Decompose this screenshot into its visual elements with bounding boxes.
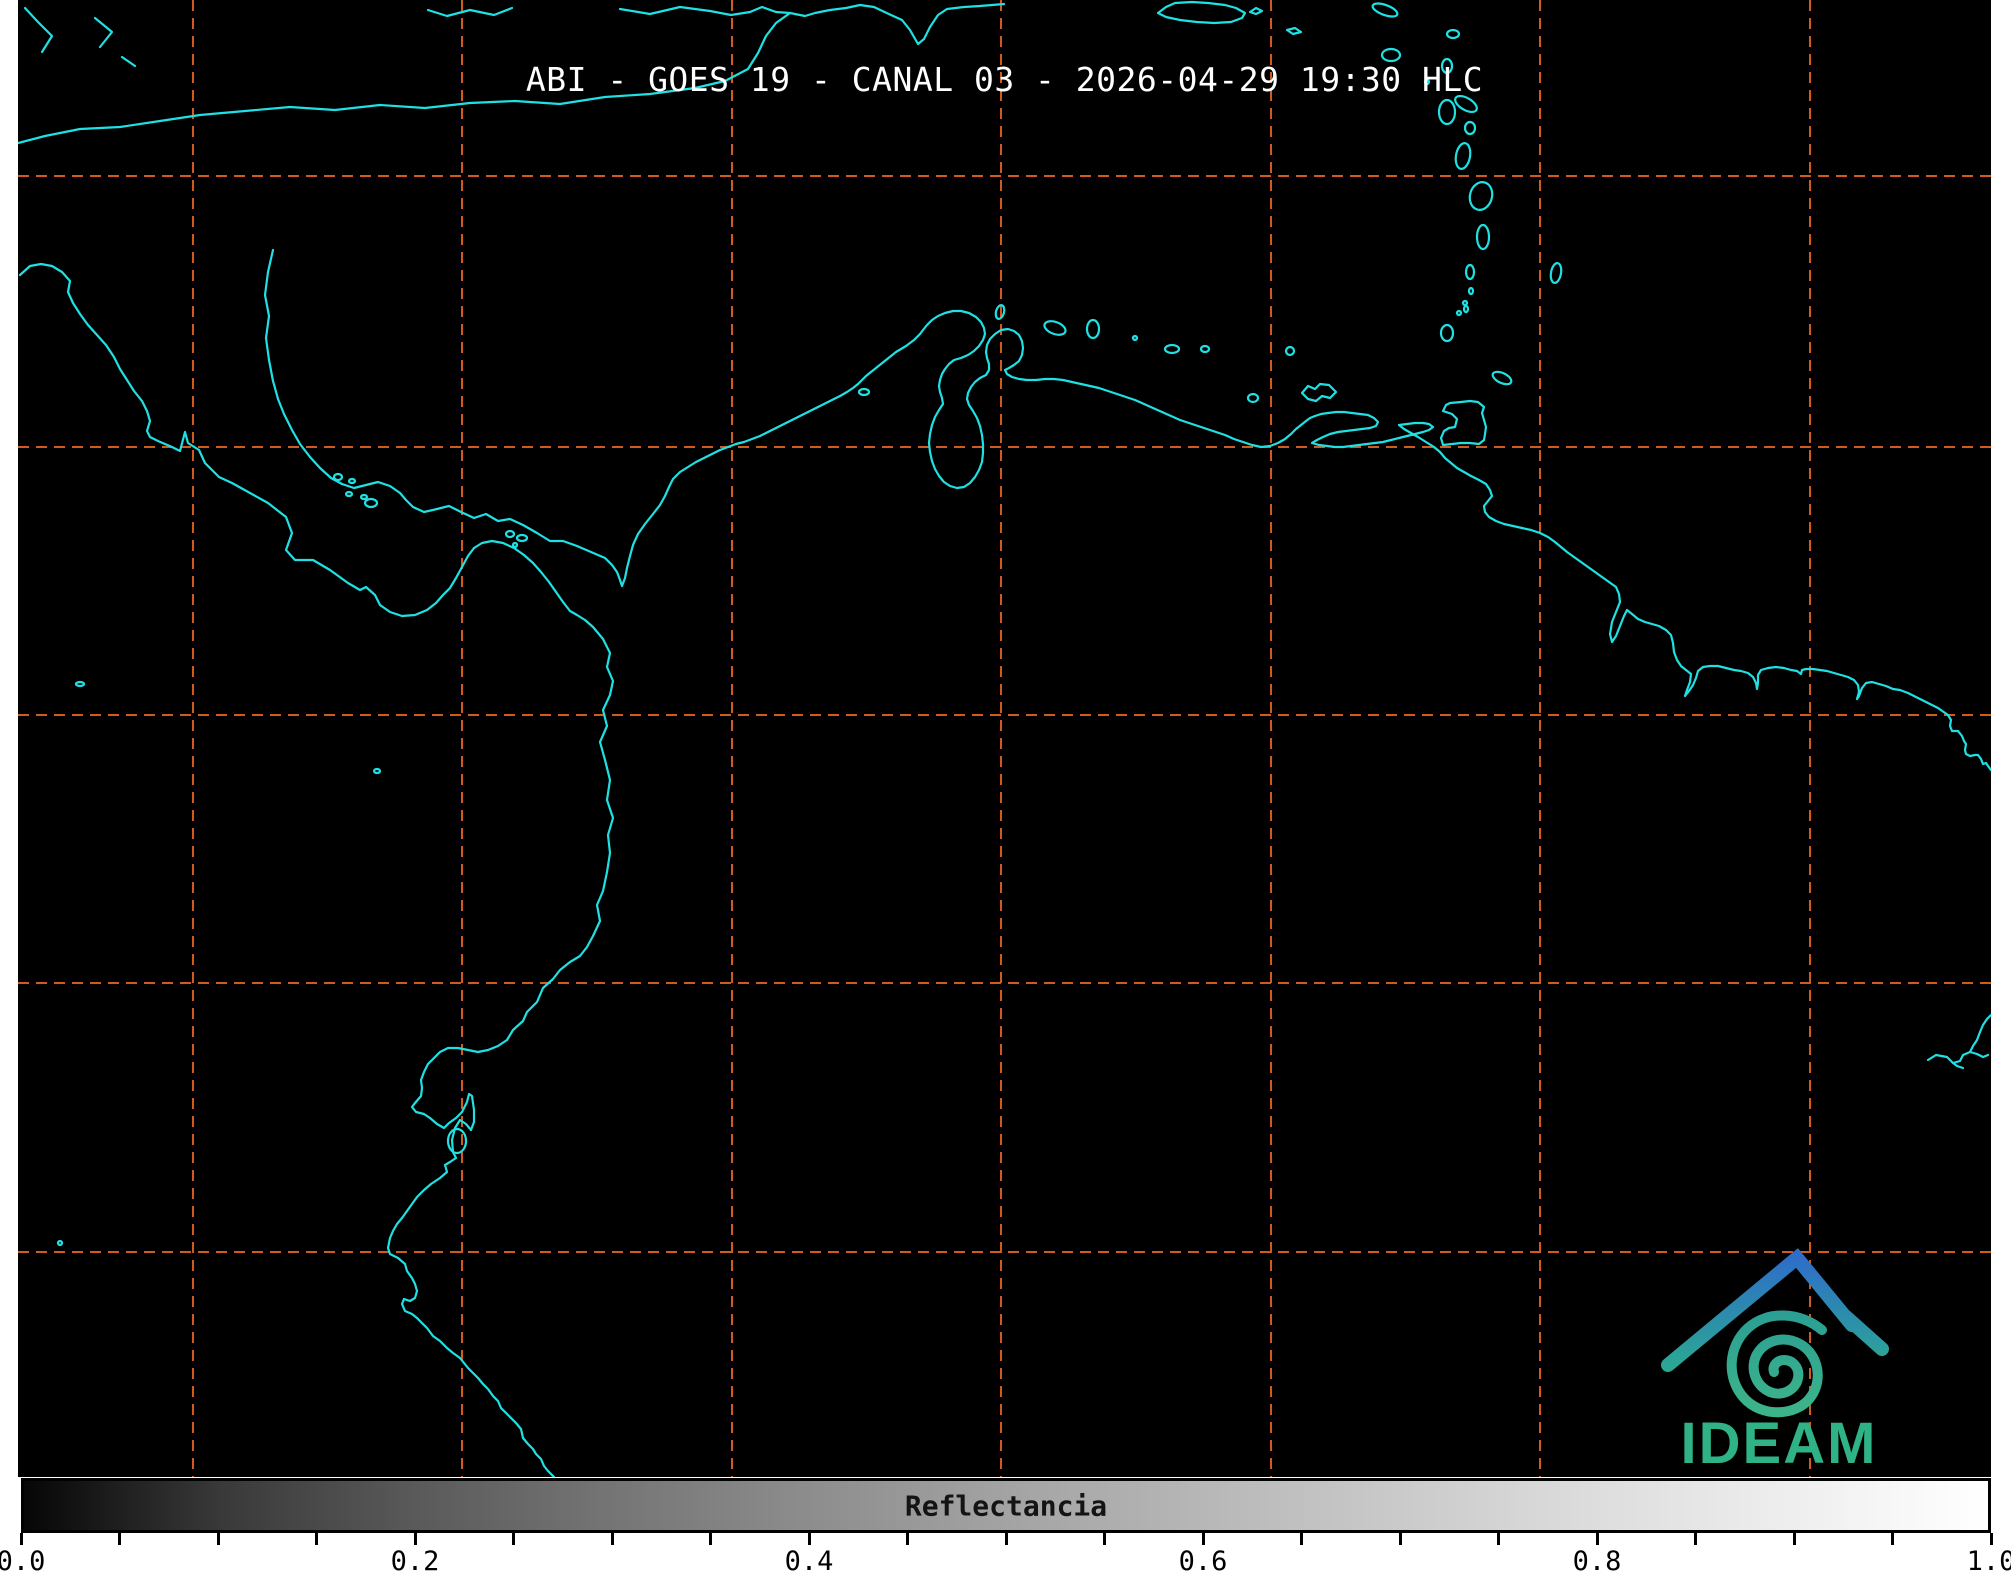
- colorbar-tick: [414, 1533, 417, 1545]
- logo-swirl-icon: [1732, 1315, 1822, 1412]
- colorbar: Reflectancia: [21, 1478, 1991, 1533]
- ideam-logo: IDEAM: [1668, 1258, 1882, 1476]
- colorbar-tick: [315, 1533, 318, 1545]
- colorbar-tick: [1005, 1533, 1008, 1545]
- map-vector-layer: IDEAM: [18, 0, 1991, 1477]
- colorbar-tick-label: 0.0: [0, 1546, 45, 1577]
- colorbar-tick-label: 0.4: [785, 1546, 834, 1577]
- logo-wordmark: IDEAM: [1681, 1411, 1878, 1476]
- colorbar-tick: [512, 1533, 515, 1545]
- figure-canvas: IDEAM ABI - GOES 19 - CANAL 03 - 2026-04…: [0, 0, 2011, 1577]
- colorbar-tick: [217, 1533, 220, 1545]
- colorbar-tick: [1694, 1533, 1697, 1545]
- latlon-grid: [18, 0, 1991, 1477]
- colorbar-tick: [1596, 1533, 1599, 1545]
- colorbar-tick-label: 0.2: [391, 1546, 440, 1577]
- colorbar-tick: [906, 1533, 909, 1545]
- coastlines: [18, 1, 1991, 1477]
- map-title: ABI - GOES 19 - CANAL 03 - 2026-04-29 19…: [526, 60, 1483, 99]
- colorbar-tick: [118, 1533, 121, 1545]
- colorbar-tick: [808, 1533, 811, 1545]
- colorbar-tick: [1891, 1533, 1894, 1545]
- satellite-map: IDEAM ABI - GOES 19 - CANAL 03 - 2026-04…: [18, 0, 1991, 1477]
- colorbar-tick: [1300, 1533, 1303, 1545]
- colorbar-tick: [1202, 1533, 1205, 1545]
- colorbar-tick: [1793, 1533, 1796, 1545]
- colorbar-tick-label: 0.8: [1573, 1546, 1622, 1577]
- colorbar-tick: [1399, 1533, 1402, 1545]
- colorbar-tick: [1497, 1533, 1500, 1545]
- colorbar-tick: [709, 1533, 712, 1545]
- colorbar-tick-label: 0.6: [1179, 1546, 1228, 1577]
- colorbar-tick: [611, 1533, 614, 1545]
- colorbar-tick-label: 1.0: [1967, 1546, 2011, 1577]
- colorbar-tick: [1990, 1533, 1993, 1545]
- colorbar-tick: [20, 1533, 23, 1545]
- colorbar-tick: [1103, 1533, 1106, 1545]
- colorbar-label: Reflectancia: [905, 1489, 1107, 1522]
